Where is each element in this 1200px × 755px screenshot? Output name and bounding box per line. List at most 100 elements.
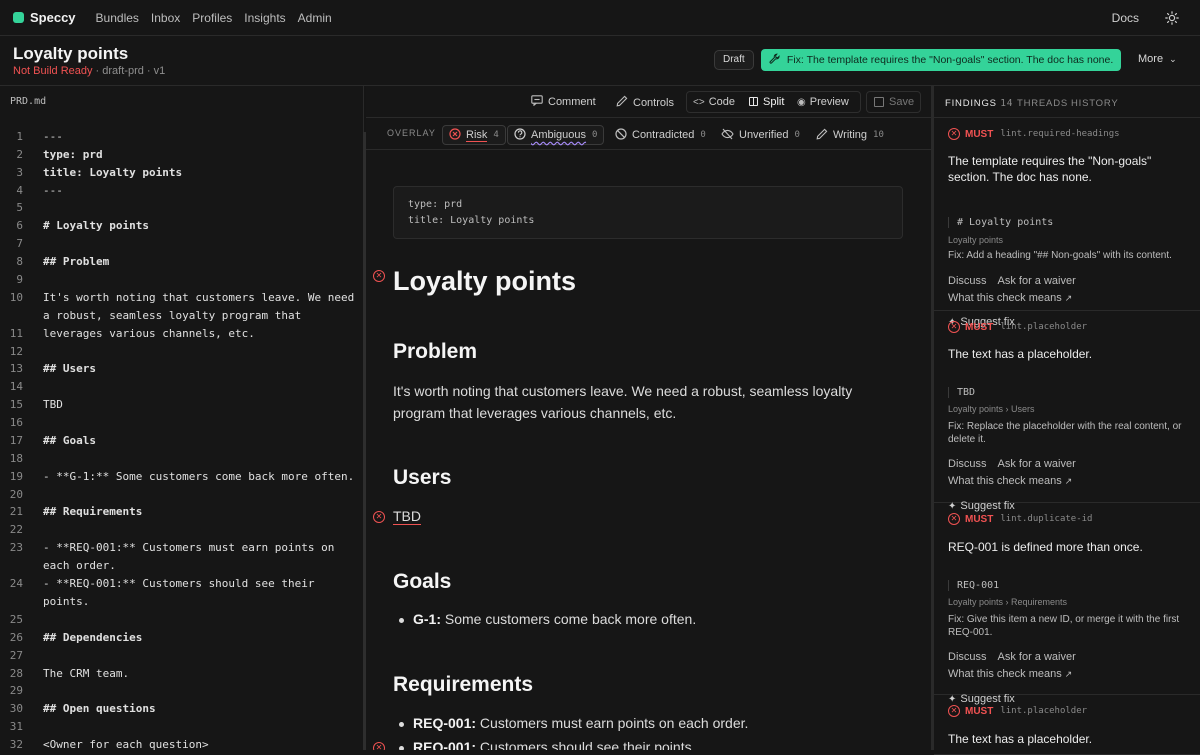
code-line[interactable]: 16: [0, 416, 364, 434]
overlay-filter-bar: OVERLAY Risk 4 Ambiguous 0 Contradicted …: [366, 118, 931, 150]
overlay-chip-contradicted[interactable]: Contradicted 0: [609, 125, 712, 145]
finding-card[interactable]: ✕ MUST lint.required-headings The template …: [934, 118, 1200, 328]
nav-profiles[interactable]: Profiles: [192, 11, 232, 25]
code-line[interactable]: 20: [0, 488, 364, 506]
brand[interactable]: Speccy: [13, 10, 76, 25]
controls-button[interactable]: Controls: [616, 95, 674, 110]
finding-card[interactable]: ✕ MUST lint.placeholder The text has a plac…: [934, 311, 1200, 512]
tab-threads[interactable]: THREADS: [1017, 98, 1068, 109]
waiver-link[interactable]: Ask for a waiver: [998, 458, 1076, 470]
more-menu-button[interactable]: More ⌄: [1138, 53, 1177, 65]
nav-bundles[interactable]: Bundles: [96, 11, 139, 25]
code-line[interactable]: 7: [0, 237, 364, 255]
code-line[interactable]: 14: [0, 380, 364, 398]
code-line[interactable]: 22: [0, 523, 364, 541]
code-line[interactable]: 12: [0, 345, 364, 363]
check-docs-link[interactable]: What this check means ↗: [948, 668, 1072, 680]
code-line[interactable]: 24 - **REQ-001:** Customers should see th…: [0, 577, 364, 613]
finding-card[interactable]: ✕ MUST lint.duplicate-id REQ-001 is defined…: [934, 503, 1200, 705]
view-preview-button[interactable]: ◉ Preview: [797, 96, 849, 108]
code-line[interactable]: 8 ## Problem: [0, 255, 364, 273]
code-line[interactable]: 4 ---: [0, 184, 364, 202]
nav-admin[interactable]: Admin: [298, 11, 332, 25]
line-number: 11: [9, 327, 23, 340]
code-line[interactable]: 30 ## Open questions: [0, 702, 364, 720]
code-line[interactable]: 21 ## Requirements: [0, 505, 364, 523]
code-editor[interactable]: 1 --- 2 type: prd 3 title: Loyalty points 4 ---…: [0, 130, 364, 750]
code-line[interactable]: 28 The CRM team.: [0, 667, 364, 685]
split-label: Split: [763, 96, 785, 108]
risk-marker-icon[interactable]: ✕: [373, 270, 385, 282]
chip-count: 10: [873, 130, 884, 140]
comment-button[interactable]: Comment: [531, 95, 596, 109]
code-line[interactable]: 19 - **G-1:** Some customers come back mo…: [0, 470, 364, 488]
preview-users-placeholder[interactable]: TBD: [393, 508, 421, 525]
severity-label: MUST: [965, 513, 994, 525]
requirement-text: Customers must earn points on each order…: [476, 715, 749, 731]
code-line[interactable]: 27: [0, 649, 364, 667]
code-line[interactable]: 13 ## Users: [0, 362, 364, 380]
tab-findings[interactable]: FINDINGS 14: [945, 98, 1013, 109]
wrench-icon: [769, 53, 783, 66]
brand-name: Speccy: [30, 10, 76, 25]
line-number: 10: [9, 291, 23, 304]
finding-message: The text has a placeholder.: [948, 732, 1093, 746]
overlay-chip-risk[interactable]: Risk 4: [442, 125, 506, 145]
finding-card[interactable]: ✕ MUST lint.placeholder The text has a plac…: [934, 695, 1200, 755]
code-line[interactable]: 31: [0, 720, 364, 738]
discuss-link[interactable]: Discuss: [948, 651, 987, 663]
chip-count: 4: [493, 130, 499, 140]
docs-link[interactable]: Docs: [1112, 11, 1139, 25]
check-docs-link[interactable]: What this check means ↗: [948, 475, 1072, 487]
view-code-button[interactable]: <> Code: [693, 96, 735, 108]
rule-id: lint.placeholder: [1000, 706, 1088, 716]
code-line[interactable]: 15 TBD: [0, 398, 364, 416]
line-number: 9: [16, 273, 23, 286]
code-line[interactable]: 3 title: Loyalty points: [0, 166, 364, 184]
code-line[interactable]: 5: [0, 201, 364, 219]
x-circle-icon: ✕: [948, 128, 960, 140]
draft-badge: Draft: [714, 50, 754, 70]
theme-toggle-sun-icon[interactable]: [1165, 10, 1179, 25]
code-line[interactable]: 32 <Owner for each question>: [0, 738, 364, 750]
eye-icon: ◉: [797, 97, 806, 108]
code-line[interactable]: 11 leverages various channels, etc.: [0, 327, 364, 345]
code-line[interactable]: 23 - **REQ-001:** Customers must earn poi…: [0, 541, 364, 577]
tab-history[interactable]: HISTORY: [1071, 98, 1118, 109]
preview-h2-goals: Goals: [393, 570, 452, 593]
waiver-link[interactable]: Ask for a waiver: [998, 651, 1076, 663]
code-line[interactable]: 9: [0, 273, 364, 291]
line-text: ## Dependencies: [43, 631, 143, 644]
overlay-chip-writing[interactable]: Writing 10: [810, 125, 890, 145]
finding-header: ✕ MUST lint.placeholder: [948, 321, 1087, 333]
save-button[interactable]: Save: [866, 91, 921, 113]
risk-marker-icon[interactable]: ✕: [373, 511, 385, 523]
code-line[interactable]: 1 ---: [0, 130, 364, 148]
preview-requirement-item: REQ-001: Customers should see their poin…: [399, 739, 695, 750]
risk-marker-icon[interactable]: ✕: [373, 742, 385, 750]
waiver-link[interactable]: Ask for a waiver: [998, 275, 1076, 287]
code-line[interactable]: 10 It's worth noting that customers leave…: [0, 291, 364, 327]
view-split-button[interactable]: Split: [749, 96, 784, 108]
discuss-link[interactable]: Discuss: [948, 458, 987, 470]
check-docs-link[interactable]: What this check means ↗: [948, 292, 1072, 304]
code-line[interactable]: 29: [0, 684, 364, 702]
code-line[interactable]: 17 ## Goals: [0, 434, 364, 452]
editor-toolbar: Comment Controls <> Code Split ◉ Preview S…: [366, 86, 931, 118]
code-line[interactable]: 6 # Loyalty points: [0, 219, 364, 237]
overlay-chip-unverified[interactable]: Unverified 0: [715, 125, 806, 145]
line-text: ## Goals: [43, 434, 96, 447]
code-line[interactable]: 18: [0, 452, 364, 470]
x-circle-icon: ✕: [948, 705, 960, 717]
chip-label: Unverified: [739, 129, 789, 141]
code-line[interactable]: 2 type: prd: [0, 148, 364, 166]
line-number: 28: [9, 667, 23, 680]
nav-insights[interactable]: Insights: [244, 11, 285, 25]
fix-banner-button[interactable]: Fix: The template requires the "Non-goal…: [761, 49, 1121, 71]
nav-inbox[interactable]: Inbox: [151, 11, 180, 25]
line-text: title: Loyalty points: [43, 166, 183, 179]
discuss-link[interactable]: Discuss: [948, 275, 987, 287]
overlay-chip-ambiguous[interactable]: Ambiguous 0: [507, 125, 605, 145]
code-line[interactable]: 25: [0, 613, 364, 631]
code-line[interactable]: 26 ## Dependencies: [0, 631, 364, 649]
